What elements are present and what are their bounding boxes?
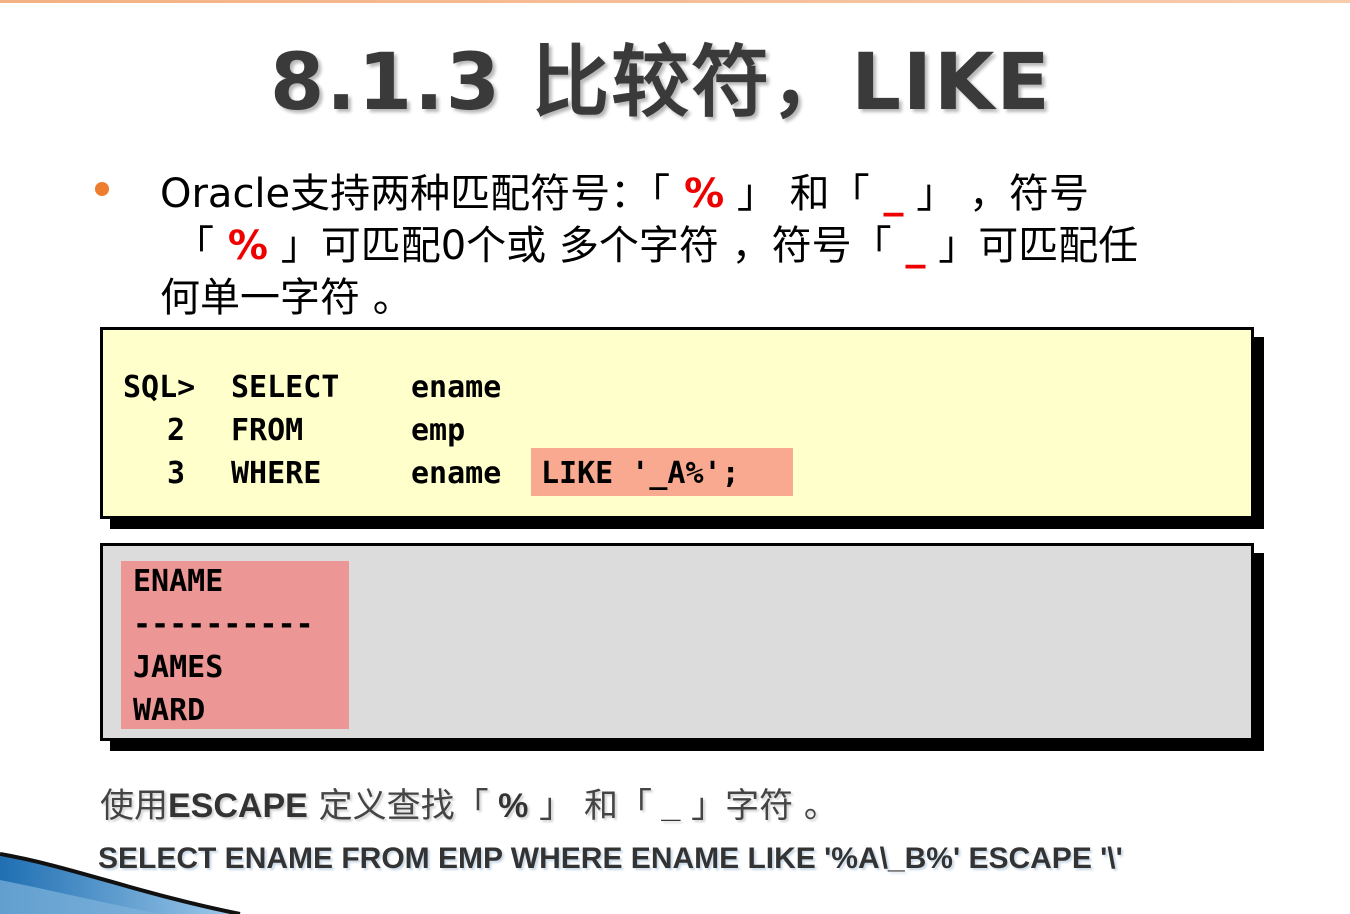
percent-symbol: %	[214, 223, 269, 269]
corner-swoosh-decoration	[0, 852, 241, 914]
bullet-dot-icon	[95, 182, 109, 196]
query-output-box: ENAME ---------- JAMES WARD	[100, 543, 1254, 741]
top-accent-line	[0, 0, 1350, 3]
code-line-number: 3	[167, 456, 186, 491]
code-like-clause: LIKE '_A%';	[541, 456, 740, 491]
escape-note: 使用ESCAPE 定义查找「 % 」 和「 _ 」字符 。	[100, 786, 838, 826]
code-arg: emp	[411, 413, 466, 448]
code-line-number: 2	[167, 413, 186, 448]
code-keyword-select: SELECT	[231, 370, 340, 405]
code-prompt: SQL>	[123, 370, 196, 405]
code-keyword-from: FROM	[231, 413, 304, 448]
bullet-paragraph: Oracle支持两种匹配符号：「 % 」 和「 _ 」 ，符号 「 % 」可匹配…	[160, 168, 1240, 324]
escape-keyword: ESCAPE	[168, 787, 308, 825]
underscore-symbol: _	[891, 223, 926, 269]
output-column-header: ENAME	[133, 564, 224, 599]
code-keyword-where: WHERE	[231, 456, 322, 491]
paragraph-line-3: 何单一字符 。	[160, 275, 413, 321]
code-arg: ename	[411, 370, 502, 405]
output-separator: ----------	[133, 607, 314, 642]
paragraph-line-1: Oracle支持两种匹配符号：「 % 」 和「 _ 」 ，符号	[160, 171, 1089, 217]
output-row: WARD	[133, 693, 206, 728]
slide-title: 8.1.3 比较符，LIKE	[270, 38, 1052, 128]
percent-symbol: %	[670, 171, 725, 217]
underscore-symbol: _	[869, 171, 904, 217]
output-row: JAMES	[133, 650, 224, 685]
sql-code-box: SQL> SELECT ename 2 FROM emp 3 WHERE ena…	[100, 327, 1254, 519]
code-arg: ename	[411, 456, 502, 491]
paragraph-line-2: 「 % 」可匹配0个或 多个字符 ，符号「 _ 」可匹配任	[174, 223, 1139, 269]
